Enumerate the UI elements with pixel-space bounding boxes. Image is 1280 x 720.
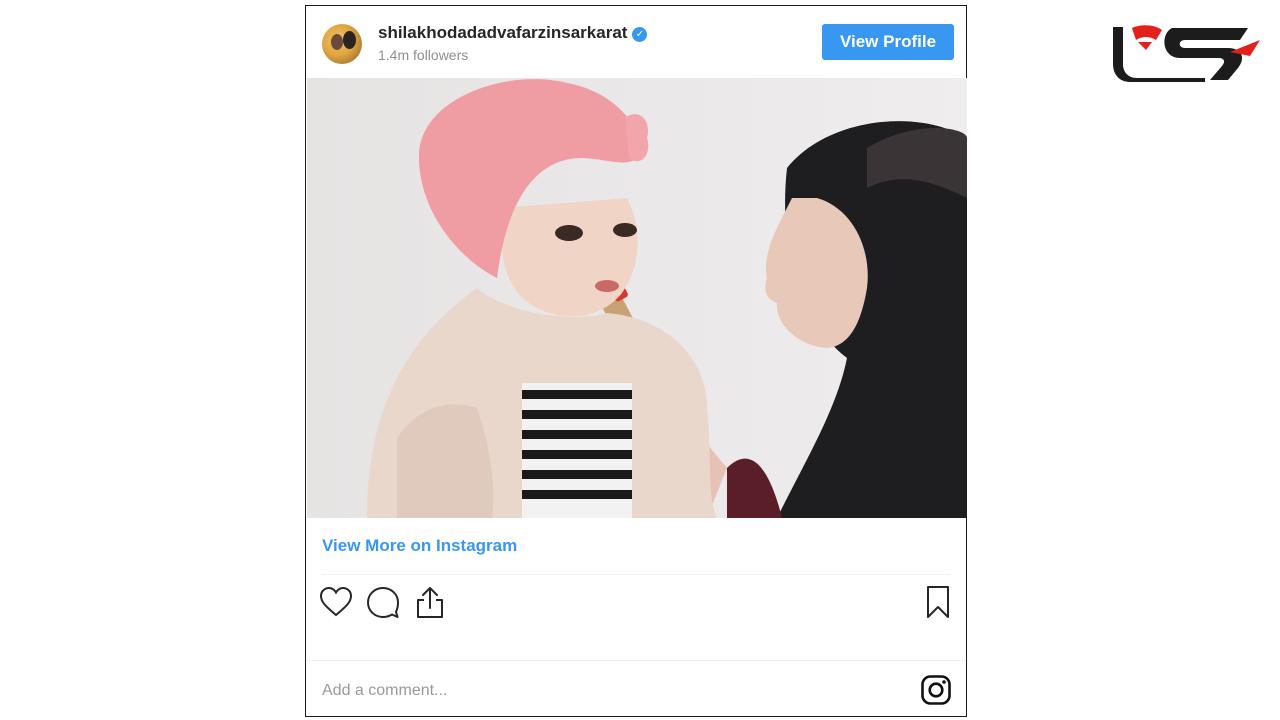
heart-icon[interactable] <box>318 584 354 620</box>
followers-count: 1.4m followers <box>378 47 469 63</box>
comment-bubble-icon[interactable] <box>365 584 401 620</box>
post-header: shilakhodadadvafarzinsarkarat ✓ 1.4m foll… <box>306 6 966 78</box>
view-more-link[interactable]: View More on Instagram <box>322 536 517 556</box>
verified-check-icon: ✓ <box>632 27 648 42</box>
post-photo[interactable] <box>307 78 967 518</box>
view-profile-button[interactable]: View Profile <box>822 24 954 60</box>
divider <box>306 660 966 661</box>
site-logo <box>1113 25 1260 82</box>
action-bar <box>306 584 966 624</box>
username[interactable]: shilakhodadadvafarzinsarkarat ✓ <box>378 23 648 43</box>
instagram-icon[interactable] <box>920 674 952 706</box>
username-text[interactable]: shilakhodadadvafarzinsarkarat <box>378 23 627 42</box>
avatar[interactable] <box>322 24 362 64</box>
comment-input[interactable] <box>320 671 884 711</box>
divider <box>322 574 950 575</box>
instagram-embed: shilakhodadadvafarzinsarkarat ✓ 1.4m foll… <box>305 5 967 717</box>
share-icon[interactable] <box>412 584 448 620</box>
bookmark-icon[interactable] <box>920 584 956 620</box>
photo-illustration <box>367 79 967 518</box>
